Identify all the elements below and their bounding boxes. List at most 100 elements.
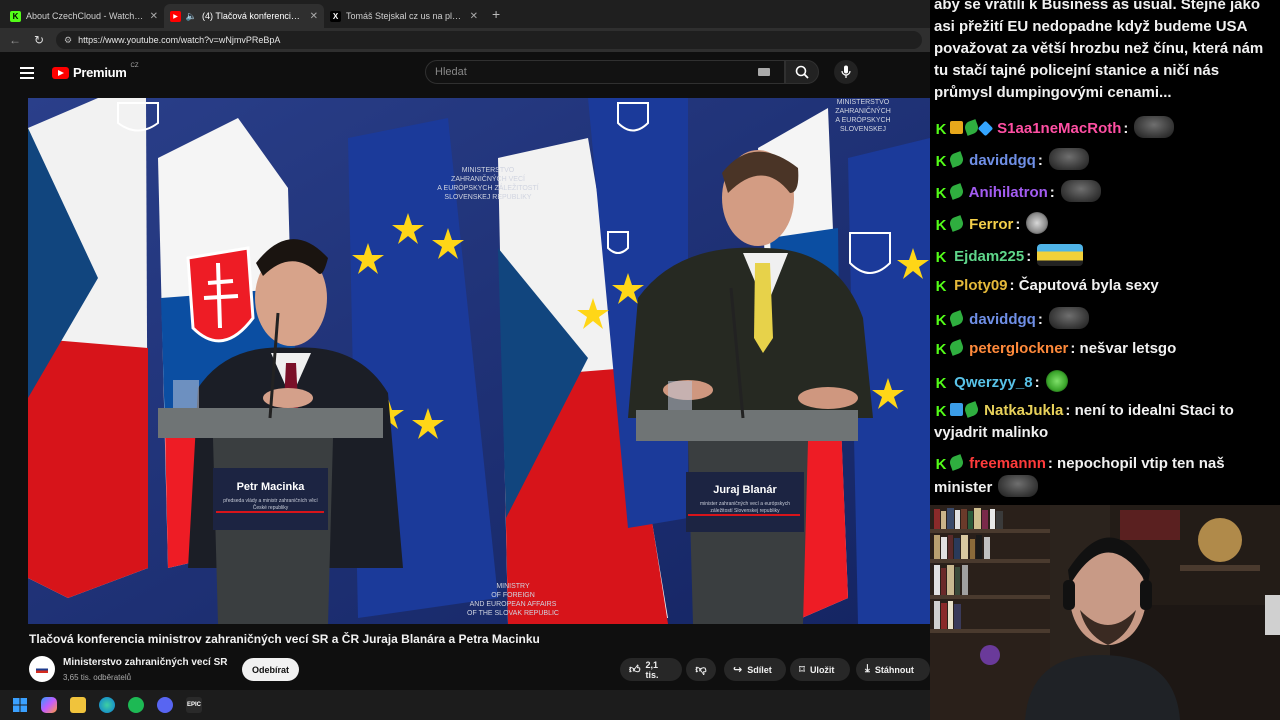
tab-title: About CzechCloud - Watch Live on K — [26, 11, 145, 21]
x-icon: X — [330, 10, 341, 22]
backdrop-line: ZAHRANIČNÝCH — [835, 108, 891, 116]
chat-message: K NatkaJukla: není to idealni Staci to v… — [934, 401, 1234, 441]
download-icon: ⤓ — [865, 663, 870, 675]
emote-icon — [1026, 212, 1049, 234]
chat-message: K S1aa1neMacRoth: — [934, 116, 1276, 140]
chat-message: K Ploty09: Čaputová byla sexy — [934, 277, 1159, 295]
kick-badge-icon: K — [934, 121, 948, 138]
chat-username[interactable]: freemannn — [969, 455, 1046, 472]
podium-left-subtitle: předseda vlády a ministr zahraničních vě… — [223, 498, 318, 511]
podium-right-name: Juraj Blanár — [713, 484, 777, 496]
subscriber-badge-icon — [948, 454, 965, 471]
crown-badge-icon — [950, 121, 963, 134]
subscriber-count: 3,65 tis. odběratelů — [63, 673, 132, 682]
subscriber-badge-icon — [948, 215, 965, 232]
backdrop-right-text: MINISTERSTVO ZAHRANIČNÝCH A EURÓPSKYCH S… — [808, 98, 918, 134]
voice-search-button[interactable] — [834, 60, 858, 84]
browser-tab-bar: K About CzechCloud - Watch Live on K ✕ ▶… — [0, 0, 930, 28]
back-icon[interactable]: ← — [8, 33, 22, 47]
backdrop-line: ZAHRANIČNÝCH VECÍ — [451, 176, 525, 184]
chat-username[interactable]: daviddgq — [969, 311, 1036, 328]
channel-name[interactable]: Ministerstvo zahraničných vecí SR — [63, 657, 228, 668]
thumbs-down-icon: 👎︎ — [695, 664, 707, 676]
chat-username[interactable]: peterglockner — [969, 340, 1068, 357]
chat-username[interactable]: NatkaJukla — [984, 402, 1063, 419]
speaker-icon[interactable]: 🔈 — [186, 11, 197, 22]
like-button[interactable]: 👍︎ 2,1 tis. — [620, 658, 682, 681]
backdrop-mid-text: MINISTERSTVO ZAHRANIČNÝCH VECÍ A EURÓPSK… — [428, 166, 548, 202]
download-button[interactable]: ⤓ Stáhnout — [856, 658, 930, 681]
close-icon[interactable]: ✕ — [470, 11, 478, 22]
like-count: 2,1 tis. — [645, 659, 659, 680]
kick-badge-icon: K — [934, 341, 948, 358]
tab-kick[interactable]: K About CzechCloud - Watch Live on K ✕ — [4, 4, 164, 28]
keyboard-icon[interactable] — [758, 68, 770, 76]
close-icon[interactable]: ✕ — [310, 11, 318, 22]
reload-icon[interactable]: ↻ — [32, 33, 46, 47]
kick-badge-icon: K — [934, 375, 948, 392]
kick-badge-icon: K — [934, 403, 948, 420]
tab-youtube[interactable]: ▶ 🔈 (4) Tlačová konferencia minist... ✕ — [164, 4, 324, 28]
new-tab-button[interactable]: + — [492, 6, 500, 22]
chat-username[interactable]: Ferror — [969, 216, 1013, 233]
close-icon[interactable]: ✕ — [150, 11, 158, 22]
edge-icon[interactable] — [99, 697, 115, 713]
chat-username[interactable]: daviddgq — [969, 152, 1036, 169]
youtube-logo[interactable]: Premium CZ — [52, 62, 139, 80]
backdrop-line: MINISTERSTVO — [461, 167, 515, 174]
chat-username[interactable]: Ejdam225 — [954, 248, 1024, 265]
chat-username[interactable]: S1aa1neMacRoth — [997, 120, 1121, 137]
backdrop-line: AND EUROPEAN AFFAIRS — [469, 601, 557, 609]
chat-message: K daviddgq: — [934, 307, 1276, 331]
gem-badge-icon — [977, 120, 994, 137]
webcam-image — [930, 505, 1280, 720]
dislike-button[interactable]: 👎︎ — [686, 658, 716, 681]
subscriber-badge-icon — [948, 151, 965, 168]
kick-icon: K — [10, 10, 21, 22]
search-icon — [795, 65, 809, 79]
chat-message-text: aby se vrátili k Business as usual. Stej… — [934, 0, 1264, 101]
youtube-header: Premium CZ Hledat — [0, 52, 930, 98]
chat-message: K Ferror: — [934, 212, 1276, 236]
menu-icon[interactable] — [20, 67, 34, 79]
bookmark-icon: ⌑ — [799, 664, 805, 676]
backdrop-bottom-text: MINISTRY OF FOREIGN AND EUROPEAN AFFAIRS… — [448, 582, 578, 618]
save-button[interactable]: ⌑ Uložit — [790, 658, 850, 681]
logo-text: Premium — [73, 65, 127, 80]
spotify-icon[interactable] — [128, 697, 144, 713]
site-info-icon[interactable]: ⚙ — [64, 35, 72, 46]
epic-games-icon[interactable]: EPIC — [186, 697, 202, 713]
emote-icon — [1048, 307, 1089, 329]
address-bar-row: ← ↻ ⚙ https://www.youtube.com/watch?v=wN… — [0, 28, 930, 52]
search-input[interactable]: Hledat — [425, 60, 785, 84]
tab-x[interactable]: X Tomáš Stejskal cz us na platformě X ✕ — [324, 4, 484, 28]
download-label: Stáhnout — [874, 664, 914, 675]
discord-icon[interactable] — [157, 697, 173, 713]
webcam-feed — [930, 505, 1280, 720]
kick-badge-icon: K — [934, 456, 948, 473]
chat-message: K daviddgq: — [934, 148, 1276, 172]
podium-right-subtitle: minister zahraničných vecí a európskych … — [699, 501, 791, 514]
kick-badge-icon: K — [934, 153, 948, 170]
subscribe-button[interactable]: Odebírat — [242, 658, 299, 681]
chat-username[interactable]: Qwerzyy_8 — [954, 374, 1032, 391]
chat-message: K freemannn: nepochopil vtip ten naš min… — [934, 454, 1225, 497]
windows-taskbar: EPIC — [0, 690, 930, 720]
start-icon[interactable] — [12, 697, 28, 713]
search-button[interactable] — [785, 60, 819, 84]
channel-avatar[interactable] — [29, 656, 55, 682]
save-label: Uložit — [809, 664, 835, 675]
youtube-icon: ▶ — [170, 10, 181, 22]
file-explorer-icon[interactable] — [70, 697, 86, 713]
share-button[interactable]: ↪ Sdílet — [724, 658, 786, 681]
thumbs-up-icon: 👍︎ — [629, 664, 641, 676]
tab-title: (4) Tlačová konferencia minist... — [202, 11, 305, 21]
url-field[interactable]: ⚙ https://www.youtube.com/watch?v=wNjmvP… — [56, 31, 922, 49]
region-code: CZ — [130, 62, 139, 69]
chat-username[interactable]: Anihilatron — [969, 184, 1048, 201]
video-player[interactable]: Petr Macinka předseda vlády a ministr za… — [28, 98, 930, 624]
chat-username[interactable]: Ploty09 — [954, 277, 1007, 294]
backdrop-line: A EURÓPSKYCH ZÁLEŽITOSTÍ — [437, 185, 539, 193]
copilot-icon[interactable] — [41, 697, 57, 713]
kick-badge-icon: K — [934, 249, 948, 266]
